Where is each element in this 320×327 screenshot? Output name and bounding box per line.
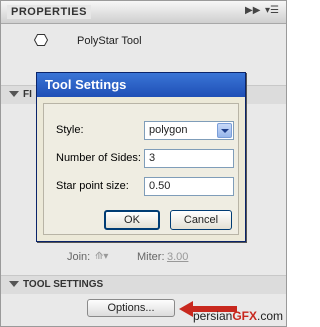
dialog-body: Style: polygon Number of Sides: 3 Star p…: [43, 103, 239, 235]
star-point-input[interactable]: 0.50: [144, 177, 234, 196]
watermark-suffix: .com: [256, 309, 283, 323]
panel-header: PROPERTIES ▶▶ ▾☰: [1, 1, 286, 24]
section-fill-stroke-label: FI: [23, 89, 32, 100]
expand-triangle-icon: [9, 281, 19, 287]
collapse-icon[interactable]: ▶▶: [245, 5, 260, 16]
options-button[interactable]: Options...: [87, 299, 175, 317]
chevron-down-icon[interactable]: [217, 123, 232, 138]
section-tool-settings-label: TOOL SETTINGS: [23, 279, 104, 290]
style-select-value: polygon: [149, 124, 188, 136]
panel-title: PROPERTIES: [7, 5, 91, 19]
dialog-title: Tool Settings: [37, 73, 245, 97]
panel-menu-icon[interactable]: ▾☰: [265, 5, 279, 16]
sides-label: Number of Sides:: [56, 152, 141, 164]
star-point-label: Star point size:: [56, 180, 129, 192]
watermark-prefix: persian: [192, 309, 233, 323]
cancel-button[interactable]: Cancel: [170, 210, 232, 230]
miter-value[interactable]: 3.00: [167, 251, 188, 263]
tool-row: PolyStar Tool: [1, 29, 286, 57]
style-label: Style:: [56, 124, 84, 136]
join-icon[interactable]: ⟰▾: [95, 251, 108, 262]
style-select[interactable]: polygon: [144, 121, 234, 140]
join-label: Join:: [67, 251, 91, 263]
polystar-icon: [34, 34, 48, 46]
expand-triangle-icon: [9, 91, 19, 97]
tool-name: PolyStar Tool: [77, 35, 142, 47]
watermark: persianGFX.com: [193, 309, 283, 323]
sides-input[interactable]: 3: [144, 149, 234, 168]
miter-label: Miter:: [137, 251, 165, 263]
section-tool-settings[interactable]: TOOL SETTINGS: [1, 275, 286, 294]
ok-button[interactable]: OK: [104, 210, 160, 230]
tool-settings-dialog: Tool Settings Style: polygon Number of S…: [36, 72, 246, 242]
watermark-brand: GFX: [232, 309, 257, 323]
